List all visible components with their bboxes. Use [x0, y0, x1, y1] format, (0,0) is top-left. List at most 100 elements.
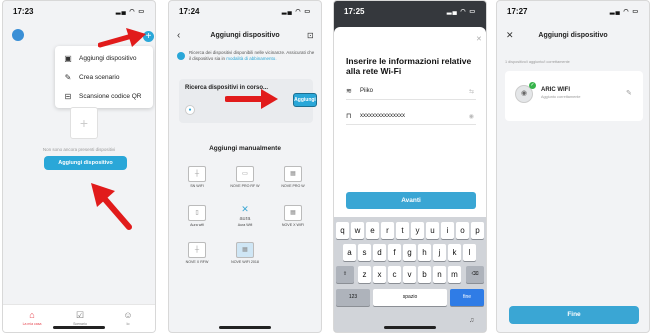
key[interactable]: d: [373, 244, 386, 261]
status-icons: ▂▄ ◠ ▭: [446, 8, 476, 15]
device-option[interactable]: ▦ NOVE PRO W: [275, 166, 311, 188]
menu-item-add-device[interactable]: ▣ Aggiungi dispositivo: [63, 51, 136, 65]
microphone-icon[interactable]: ♫: [469, 317, 474, 324]
switch-network-icon[interactable]: ⇆: [469, 88, 474, 95]
status-time: 17:27: [507, 6, 528, 16]
add-device-button[interactable]: Aggiungi dispositivo: [44, 156, 127, 170]
menu-item-create-scene[interactable]: ✎ Crea scenario: [63, 70, 120, 84]
thermostat-icon: ▭: [236, 166, 254, 182]
done-key[interactable]: fine: [450, 289, 484, 306]
key[interactable]: o: [456, 222, 469, 239]
empty-state-text: Non sono ancora presenti dispositivi: [42, 147, 116, 152]
key[interactable]: l: [463, 244, 476, 261]
key[interactable]: a: [343, 244, 356, 261]
tab-scenario[interactable]: ☑ Scenario: [60, 310, 100, 326]
added-device-card[interactable]: ◉ ✓ ARIC WIFI Aggiunto correttamente ✎: [505, 71, 643, 121]
page-title: Aggiungi dispositivo: [210, 32, 280, 39]
key[interactable]: y: [411, 222, 424, 239]
key[interactable]: h: [418, 244, 431, 261]
key[interactable]: v: [403, 266, 416, 283]
status-bar: 17:27 ▂▄ ◠ ▭: [497, 1, 649, 21]
status-bar: 17:24 ▂▄ ◠ ▭: [169, 1, 321, 21]
device-label: NOVE X RFW: [185, 260, 209, 264]
device-option[interactable]: ┼ NOVE X RFW: [179, 242, 215, 264]
lock-icon: ⊓: [346, 113, 352, 120]
space-key[interactable]: spazio: [373, 289, 447, 306]
numbers-key[interactable]: 123: [336, 289, 370, 306]
tab-label: La mia casa: [22, 322, 42, 326]
device-option[interactable]: ▯ Aura wifi: [179, 205, 215, 227]
key[interactable]: i: [441, 222, 454, 239]
menu-item-label: Aggiungi dispositivo: [79, 54, 137, 62]
key[interactable]: r: [381, 222, 394, 239]
device-option[interactable]: ▦ NOVE WIFI 2018: [227, 242, 263, 264]
device-option[interactable]: ▦ NOVE X WIFI: [275, 205, 311, 227]
key[interactable]: p: [471, 222, 484, 239]
thermostat-icon: ┼: [188, 166, 206, 182]
key[interactable]: k: [448, 244, 461, 261]
tab-label: Io: [126, 322, 130, 326]
key[interactable]: m: [448, 266, 461, 283]
key[interactable]: u: [426, 222, 439, 239]
aura-logo-text: aura: [239, 216, 251, 222]
device-label: NOVE X WIFI: [281, 223, 305, 227]
pairing-mode-link[interactable]: modalità di abbinamento.: [226, 56, 276, 61]
edit-icon[interactable]: ✎: [626, 89, 632, 97]
key[interactable]: f: [388, 244, 401, 261]
manual-title: Aggiungi manualmente: [209, 145, 281, 152]
thermostat-icon: ▯: [188, 205, 206, 221]
device-label: NOVE PRO W: [281, 184, 305, 188]
info-text: Ricerca dei dispositivi disponibili nell…: [189, 50, 315, 62]
scan-icon[interactable]: ⊡: [307, 31, 314, 40]
add-menu: ▣ Aggiungi dispositivo ✎ Crea scenario ⊟…: [55, 46, 153, 108]
tab-profile[interactable]: ☺ Io: [108, 310, 148, 326]
qr-scan-icon: ⊟: [64, 91, 72, 101]
key[interactable]: b: [418, 266, 431, 283]
home-icon: ⌂: [29, 310, 35, 320]
device-label: SN WIFI: [190, 184, 204, 188]
menu-item-label: Scansione codice QR: [79, 92, 142, 100]
key[interactable]: n: [433, 266, 446, 283]
key[interactable]: e: [366, 222, 379, 239]
status-time: 17:23: [13, 6, 34, 16]
status-bar: 17:23 ▂▄ ◠ ▭: [3, 1, 155, 21]
add-found-device-button[interactable]: Aggiungi: [293, 93, 317, 107]
tab-home[interactable]: ⌂ La mia casa: [12, 310, 52, 326]
menu-item-qr-scan[interactable]: ⊟ Scansione codice QR: [63, 89, 142, 103]
wifi-icon: ≋: [346, 88, 352, 95]
device-option[interactable]: ✕ aura Aura Wifi: [227, 205, 263, 228]
backspace-key[interactable]: ⌫: [466, 266, 484, 283]
wifi-heading: Inserire le informazioni relative alla r…: [346, 56, 472, 76]
device-name: ARIC WIFI: [541, 87, 570, 93]
avatar[interactable]: [12, 29, 24, 41]
ssid-field[interactable]: ≋ Piiko ⇆: [346, 84, 476, 100]
ssid-value: Piiko: [360, 88, 374, 94]
added-count-text: 1 dispositivo/i aggiunto/i correttamente: [505, 60, 570, 64]
key[interactable]: q: [336, 222, 349, 239]
red-arrow-icon: [91, 183, 132, 230]
show-password-icon[interactable]: ◉: [469, 113, 474, 120]
key[interactable]: c: [388, 266, 401, 283]
scene-icon: ☑: [75, 310, 85, 320]
shift-key[interactable]: ⇧: [336, 266, 354, 283]
next-button[interactable]: Avanti: [346, 192, 476, 209]
key[interactable]: j: [433, 244, 446, 261]
key[interactable]: s: [358, 244, 371, 261]
key[interactable]: g: [403, 244, 416, 261]
thermostat-icon: ▦: [236, 242, 254, 258]
key[interactable]: x: [373, 266, 386, 283]
screen-wifi-setup: 17:25 ▂▄ ◠ ▭ ✕ Inserire le informazioni …: [333, 0, 487, 333]
status-icons: ▂▄ ◠ ▭: [281, 8, 311, 15]
create-scene-icon: ✎: [64, 72, 72, 82]
close-icon[interactable]: ✕: [476, 35, 482, 43]
screen-home: 17:23 ▂▄ ◠ ▭ + ▣ Aggiungi dispositivo ✎ …: [2, 0, 156, 333]
key[interactable]: z: [358, 266, 371, 283]
add-plus-button[interactable]: +: [143, 31, 154, 42]
device-option[interactable]: ┼ SN WIFI: [179, 166, 215, 188]
password-field[interactable]: ⊓ xxxxxxxxxxxxxxx ◉: [346, 109, 476, 125]
status-icons: ▂▄ ◠ ▭: [115, 8, 145, 15]
done-button[interactable]: Fine: [509, 306, 639, 324]
key[interactable]: t: [396, 222, 409, 239]
device-option[interactable]: ▭ NOVE PRO RF W: [227, 166, 263, 188]
key[interactable]: w: [351, 222, 364, 239]
